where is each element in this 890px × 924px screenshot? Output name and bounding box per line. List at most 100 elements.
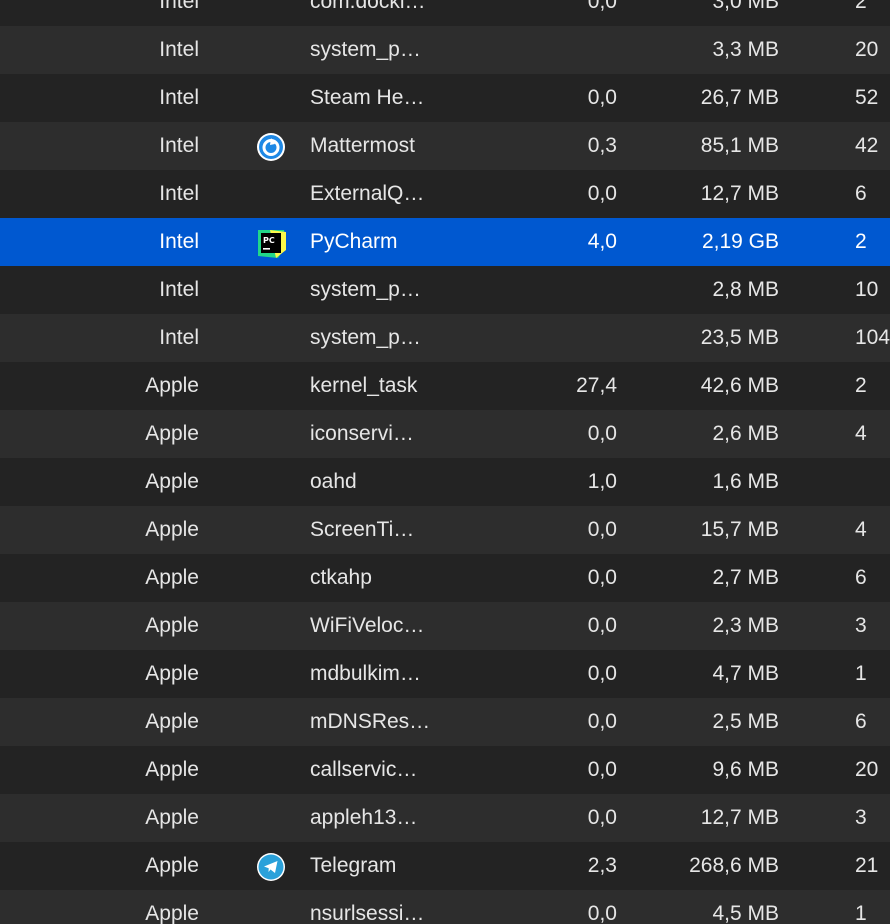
process-name-cell: callservic… [310,758,418,781]
memory-cell: 2,3 MB [712,614,779,637]
memory-cell: 2,7 MB [712,566,779,589]
cpu-cell: 0,3 [587,134,617,157]
app-icon-cell [256,0,288,26]
app-icon-cell [256,410,288,458]
threads-cell: 3 [855,614,867,637]
threads-cell: 1 [855,662,867,685]
table-row[interactable]: Apple Telegram 2,3 268,6 MB 21 [0,842,890,890]
threads-cell: 6 [855,710,867,733]
table-row[interactable]: Apple ctkahp 0,0 2,7 MB 6 [0,554,890,602]
memory-cell: 2,5 MB [712,710,779,733]
threads-cell: 2 [855,374,867,397]
memory-cell: 12,7 MB [700,182,779,205]
telegram-icon [257,853,285,881]
table-row[interactable]: Apple iconservi… 0,0 2,6 MB 4 [0,410,890,458]
memory-cell: 1,6 MB [712,470,779,493]
process-name-cell: ExternalQ… [310,182,425,205]
memory-cell: 268,6 MB [689,854,779,877]
table-row[interactable]: Apple callservic… 0,0 9,6 MB 20 [0,746,890,794]
app-icon-cell [256,794,288,842]
kind-cell: Apple [145,518,199,541]
table-row[interactable]: Apple oahd 1,0 1,6 MB [0,458,890,506]
kind-cell: Intel [159,278,199,301]
threads-cell: 4 [855,518,867,541]
process-name-cell: mDNSRes… [310,710,431,733]
table-row[interactable]: Apple kernel_task 27,4 42,6 MB 2 [0,362,890,410]
memory-cell: 26,7 MB [700,86,779,109]
threads-cell: 6 [855,182,867,205]
threads-cell: 20 [855,758,879,781]
process-name-cell: oahd [310,470,357,493]
memory-cell: 3,0 MB [712,0,779,13]
threads-cell: 6 [855,566,867,589]
table-row[interactable]: Intel system_p… 3,3 MB 20 [0,26,890,74]
pycharm-icon: PC [258,230,286,258]
kind-cell: Intel [159,0,199,13]
process-table: Intel com.docki… 0,0 3,0 MB 2 Intel syst… [0,0,890,924]
process-name-cell: appleh13… [310,806,418,829]
app-icon-cell [256,650,288,698]
table-row[interactable]: Intel PC PyCharm 4,0 2,19 GB 2 [0,218,890,266]
cpu-cell: 0,0 [587,566,617,589]
process-name-cell: Mattermost [310,134,416,157]
cpu-cell: 0,0 [587,422,617,445]
cpu-cell: 0,0 [587,758,617,781]
cpu-cell [517,266,617,314]
kind-cell: Apple [145,854,199,877]
cpu-cell: 27,4 [576,374,617,397]
cpu-cell: 0,0 [587,86,617,109]
table-row[interactable]: Intel Steam He… 0,0 26,7 MB 52 [0,74,890,122]
threads-cell: 10 [855,278,879,301]
cpu-cell: 2,3 [587,854,617,877]
process-name-cell: PyCharm [310,230,398,253]
table-row[interactable]: Apple nsurlsessi… 0,0 4,5 MB 1 [0,890,890,924]
cpu-cell: 0,0 [587,182,617,205]
app-icon-cell [256,698,288,746]
memory-cell: 3,3 MB [712,38,779,61]
table-row[interactable]: Apple WiFiVeloc… 0,0 2,3 MB 3 [0,602,890,650]
process-name-cell: com.docki… [310,0,426,13]
app-icon-cell [256,26,288,74]
table-row[interactable]: Intel Mattermost 0,3 85,1 MB 42 [0,122,890,170]
cpu-cell: 0,0 [587,710,617,733]
cpu-cell [517,314,617,362]
process-name-cell: kernel_task [310,374,418,397]
cpu-cell [517,26,617,74]
process-name-cell: system_p… [310,278,421,301]
memory-cell: 4,5 MB [712,902,779,924]
table-row[interactable]: Intel com.docki… 0,0 3,0 MB 2 [0,0,890,26]
memory-cell: 2,6 MB [712,422,779,445]
memory-cell: 2,19 GB [701,230,779,253]
process-name-cell: system_p… [310,326,421,349]
svg-text:PC: PC [263,236,275,245]
memory-cell: 12,7 MB [700,806,779,829]
kind-cell: Apple [145,710,199,733]
memory-cell: 85,1 MB [700,134,779,157]
app-icon-cell [256,362,288,410]
table-row[interactable]: Intel ExternalQ… 0,0 12,7 MB 6 [0,170,890,218]
table-row[interactable]: Apple ScreenTi… 0,0 15,7 MB 4 [0,506,890,554]
kind-cell: Apple [145,902,199,924]
cpu-cell: 0,0 [587,0,617,13]
app-icon-cell [256,74,288,122]
table-row[interactable]: Apple mdbulkim… 0,0 4,7 MB 1 [0,650,890,698]
memory-cell: 9,6 MB [712,758,779,781]
kind-cell: Apple [145,566,199,589]
cpu-cell: 0,0 [587,518,617,541]
kind-cell: Intel [159,38,199,61]
memory-cell: 15,7 MB [700,518,779,541]
process-name-cell: Steam He… [310,86,425,109]
table-row[interactable]: Apple appleh13… 0,0 12,7 MB 3 [0,794,890,842]
app-icon-cell [256,554,288,602]
table-row[interactable]: Apple mDNSRes… 0,0 2,5 MB 6 [0,698,890,746]
kind-cell: Apple [145,422,199,445]
table-row[interactable]: Intel system_p… 23,5 MB 104 [0,314,890,362]
threads-cell: 21 [855,854,879,877]
kind-cell: Apple [145,374,199,397]
table-row[interactable]: Intel system_p… 2,8 MB 10 [0,266,890,314]
app-icon-cell [256,458,288,506]
kind-cell: Intel [159,134,199,157]
process-name-cell: nsurlsessi… [310,902,425,924]
memory-cell: 42,6 MB [700,374,779,397]
cpu-cell: 0,0 [587,902,617,924]
